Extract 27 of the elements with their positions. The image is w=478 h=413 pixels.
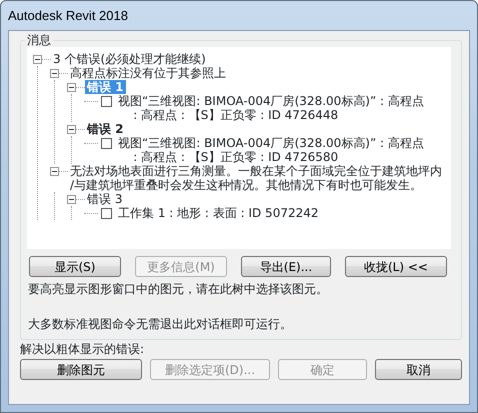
collapse-icon[interactable] (50, 69, 59, 78)
button[interactable]: 导出(E)... (241, 256, 331, 277)
tree-item-text[interactable]: 工作集 1 : 地形 : 表面 : ID 5072242 (116, 206, 321, 220)
collapse-icon[interactable] (67, 125, 76, 134)
button[interactable]: 显示(S) (29, 256, 121, 277)
checkbox[interactable] (101, 138, 112, 149)
hint-text: 大多数标准视图命令无需退出此对话框即可运行。 (28, 317, 293, 331)
tree-item[interactable]: 无法对场地表面进行三角测量。一般在某个子面域完全位于建筑地坪内 /与建筑地坪重叠时会发生这种情况。其他情况下有时也可能发生。 (68, 164, 444, 192)
tree-item-text[interactable]: 视图“三维视图: BIMOA-004厂房(328.00标高)” : 高程点 : 高程点 : 【S】正负零 : ID 4726448 (116, 94, 426, 122)
button[interactable]: 删除图元 (20, 359, 142, 380)
tree-item[interactable]: 高程点标注没有位于其参照上 (68, 66, 228, 80)
tree-item[interactable]: 错误 2 (85, 122, 126, 136)
checkbox[interactable] (101, 208, 112, 219)
collapse-icon[interactable] (67, 83, 76, 92)
hint-text: 要高亮显示图形窗口中的图元，请在此树中选择该图元。 (28, 282, 329, 296)
collapse-icon[interactable] (33, 55, 42, 64)
resolve-label: 解决以粗体显示的错误: (20, 342, 146, 356)
collapse-icon[interactable] (67, 195, 76, 204)
button[interactable]: 取消 (375, 359, 462, 380)
collapse-icon[interactable] (50, 167, 59, 176)
group-title: 消息 (25, 33, 53, 47)
tree-item[interactable]: 错误 3 (85, 192, 124, 206)
window-title: Autodesk Revit 2018 (8, 6, 128, 25)
tree-item[interactable]: 3 个错误(必须处理才能继续) (51, 52, 208, 66)
checkbox[interactable] (101, 96, 112, 107)
tree-item-text[interactable]: 视图“三维视图: BIMOA-004厂房(328.00标高)” : 高程点 : 高程点 : 【S】正负零 : ID 4726580 (116, 136, 426, 164)
button[interactable]: 收拢(L) << (345, 256, 447, 277)
